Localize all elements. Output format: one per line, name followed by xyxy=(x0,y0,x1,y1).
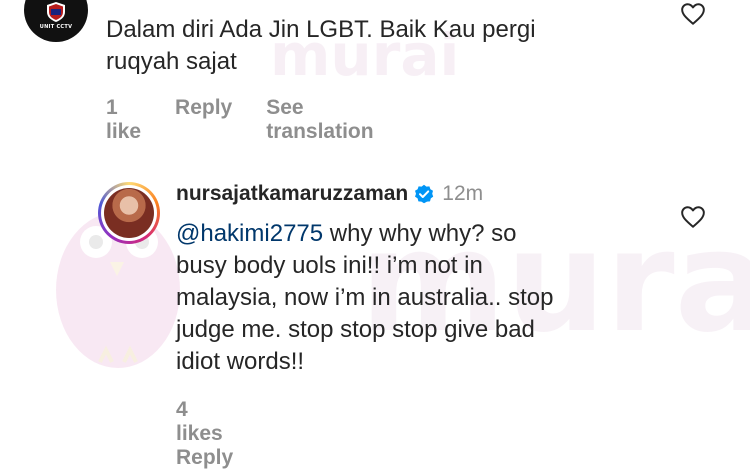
comment-text-line: judge me. stop stop stop give bad xyxy=(176,316,535,343)
comment-text-segment: why why why? so xyxy=(323,220,517,247)
heart-outline-icon[interactable] xyxy=(680,205,706,229)
verified-badge-icon xyxy=(415,184,434,204)
avatar-frame xyxy=(101,185,157,241)
username-link[interactable]: nursajatkamaruzzaman xyxy=(176,182,408,206)
mention-link[interactable]: @hakimi2775 xyxy=(176,220,323,247)
comment-text-line: malaysia, now i’m in australia.. stop xyxy=(176,284,554,311)
likes-count[interactable]: 4 likes xyxy=(176,398,223,445)
comment-text-line: ruqyah sajat xyxy=(106,48,237,75)
avatar-label: UNIT CCTV xyxy=(39,23,73,30)
timestamp: 12m xyxy=(442,182,484,205)
shield-icon xyxy=(47,1,65,22)
comment-text-line: Dalam diri Ada Jin LGBT. Baik Kau pergi xyxy=(106,16,536,43)
comment-text: @hakimi2775 why why why? so busy body uo… xyxy=(176,218,656,378)
avatar[interactable] xyxy=(98,182,160,244)
reply-button[interactable]: Reply xyxy=(176,446,233,469)
heart-outline-icon[interactable] xyxy=(680,2,706,26)
avatar-photo xyxy=(104,188,154,238)
avatar[interactable]: UNIT CCTV xyxy=(24,0,88,42)
reply-button[interactable]: Reply xyxy=(175,96,232,144)
comment-text-line: busy body uols ini!! i’m not in xyxy=(176,252,483,279)
comment-text-line: @hakimi2775 why why why? so xyxy=(176,218,656,250)
see-translation-button[interactable]: See translation xyxy=(266,96,373,144)
comment-text-line: idiot words!! xyxy=(176,348,305,375)
comment-text: Dalam diri Ada Jin LGBT. Baik Kau pergi … xyxy=(106,14,646,78)
likes-count[interactable]: 1 like xyxy=(106,96,141,144)
comment-actions: 4 likes Reply xyxy=(176,398,267,470)
comment-actions: 1 like Reply See translation xyxy=(106,96,408,144)
comment-header: nursajatkamaruzzaman 12m xyxy=(176,182,483,206)
